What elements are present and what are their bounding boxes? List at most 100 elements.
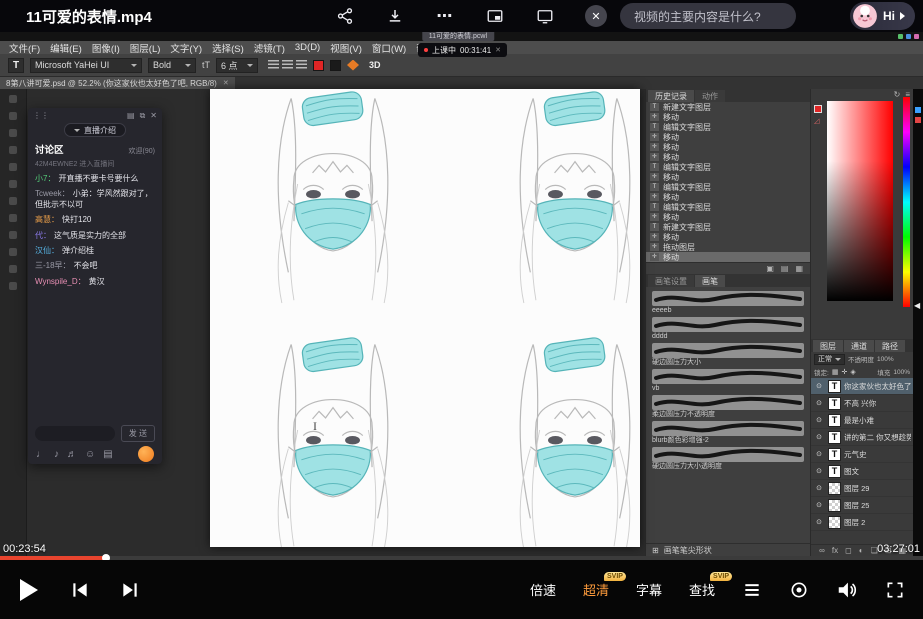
history-row[interactable]: ✛ 拖动图层 [646,242,810,252]
layer-row[interactable]: ⊙ 图层 2 [811,514,913,531]
link-layers-icon[interactable]: ∞ [819,546,825,555]
chat-message-list[interactable]: 42M4EWNE2 进入直播间 小7：开直播不要卡号要什么Tcweek：小弟：学… [28,157,162,422]
layers-tab[interactable]: 路径 [875,340,905,352]
font-style-select[interactable]: Bold [148,58,196,73]
foreground-color-chip[interactable] [814,105,822,113]
playlist-icon[interactable] [742,580,762,600]
snapshot-icon[interactable]: ▣ [766,264,774,273]
font-family-select[interactable]: Microsoft YaHei UI [30,58,142,73]
warp-text-icon[interactable] [347,60,359,71]
layer-visibility-icon[interactable]: ⊙ [813,382,825,390]
history-row[interactable]: ✛ 移动 [646,142,810,152]
layer-row[interactable]: ⊙ T 不高 兴你 [811,395,913,412]
tab-history[interactable]: 历史记录 [648,90,694,102]
history-row[interactable]: ✛ 移动 [646,252,810,262]
layer-visibility-icon[interactable]: ⊙ [813,450,825,458]
drag-handle-icon[interactable]: ⋮⋮ [33,111,49,120]
menu-item[interactable]: 滤镜(T) [249,41,290,55]
chat-input[interactable] [35,426,115,441]
refresh-icon[interactable]: ↻ [894,90,901,99]
pip-icon[interactable] [485,6,505,26]
pill-close-icon[interactable]: ✕ [495,46,501,54]
menu-item[interactable]: 视图(V) [325,41,367,55]
ps-toolbar[interactable] [0,89,27,556]
tab-brush-settings[interactable]: 画笔设置 [648,275,694,287]
align-left-icon[interactable] [268,60,279,70]
fullscreen-icon[interactable] [885,580,905,600]
chat-close-icon[interactable]: ✕ [150,111,157,121]
previous-video-button[interactable] [70,580,90,600]
mic-icon[interactable]: ♩ [36,449,46,460]
note-icon[interactable]: ♪ [54,449,59,460]
history-row[interactable]: ✛ 移动 [646,192,810,202]
text-color-swatch[interactable] [313,60,324,71]
brush-preset[interactable]: eeeeb [652,291,804,315]
brush-panel-footer[interactable]: ⊞ 画笔笔尖形状 [646,543,810,556]
layer-visibility-icon[interactable]: ⊙ [813,399,825,407]
layer-visibility-icon[interactable]: ⊙ [813,501,825,509]
document-tab[interactable]: 8第八讲可爱.psd @ 52.2% (你这家伙也太好色了吧, RGB/8) ✕ [0,77,235,89]
layers-tab[interactable]: 图层 [813,340,843,352]
layer-row[interactable]: ⊙ T 图文 [811,463,913,480]
font-size-select[interactable]: 6 点 [216,58,258,73]
layer-row[interactable]: ⊙ T 元气史 [811,446,913,463]
share-icon[interactable] [335,6,355,26]
brush-preset[interactable]: vb [652,369,804,393]
layer-style-icon[interactable]: fx [832,546,838,555]
lock-pixels-icon[interactable]: ▦ [832,368,839,376]
collapse-arrow-icon[interactable]: ◀ [914,301,920,310]
text-tool-icon[interactable]: T [8,58,24,73]
menu-item[interactable]: 3D(D) [290,42,325,53]
music-icon[interactable]: ♬ [67,449,77,460]
secondary-color-swatch[interactable] [330,60,341,71]
next-video-button[interactable] [120,580,140,600]
tab-brushes[interactable]: 画笔 [695,275,725,287]
history-row[interactable]: T 新建文字图层 [646,222,810,232]
history-row[interactable]: T 编辑文字图层 [646,182,810,192]
close-document-icon[interactable]: ✕ [223,79,229,87]
layer-row[interactable]: ⊙ T 讲的第二 你又想趁势啊 [811,429,913,446]
danmaku-settings-icon[interactable] [789,580,809,600]
close-icon[interactable]: ✕ [585,5,607,27]
mini-player-icon[interactable] [535,6,555,26]
brush-preset[interactable]: 硬边圆压力大小 [652,343,804,367]
volume-icon[interactable] [836,579,858,601]
ps-canvas[interactable]: I [210,89,640,547]
layer-row[interactable]: ⊙ T 你这家伙也太好色了吧 [811,378,913,395]
opacity-value[interactable]: 100% [877,356,894,363]
layer-visibility-icon[interactable]: ⊙ [813,433,825,441]
play-button[interactable] [16,577,40,603]
adjustment-layer-icon[interactable]: ◐ [859,546,864,555]
stream-intro-dropdown[interactable]: 直播介绍 [64,123,126,137]
find-button[interactable]: 查找 SVIP [689,580,715,599]
history-row[interactable]: T 编辑文字图层 [646,122,810,132]
brush-preset[interactable]: 柔边圆压力不透明度 [652,395,804,419]
brush-preset[interactable]: 硬边圆压力大小透明度 [652,447,804,471]
brush-preset[interactable]: blurb颜色彩增强-2 [652,421,804,445]
speed-button[interactable]: 倍速 [530,580,556,599]
sticker-icon[interactable]: ▤ [103,449,112,460]
layer-row[interactable]: ⊙ T 最是小难 [811,412,913,429]
history-row[interactable]: ✛ 移动 [646,112,810,122]
menu-item[interactable]: 文件(F) [4,41,45,55]
menu-item[interactable]: 图像(I) [87,41,125,55]
history-row[interactable]: ✛ 移动 [646,212,810,222]
3d-button[interactable]: 3D [369,60,381,70]
layers-tab[interactable]: 通道 [844,340,874,352]
history-row[interactable]: T 编辑文字图层 [646,202,810,212]
history-row[interactable]: T 编辑文字图层 [646,162,810,172]
download-icon[interactable] [385,6,405,26]
new-document-icon[interactable]: ▤ [781,264,789,273]
delete-icon[interactable]: ▦ [795,264,803,273]
menu-item[interactable]: 编辑(E) [45,41,87,55]
hue-slider[interactable] [903,97,910,307]
layer-mask-icon[interactable]: ◻ [845,546,852,555]
menu-item[interactable]: 窗口(W) [367,41,411,55]
layer-row[interactable]: ⊙ 图层 29 [811,480,913,497]
lock-all-icon[interactable]: ◈ [850,368,855,376]
menu-item[interactable]: 图层(L) [125,41,166,55]
chat-minimize-icon[interactable]: ▤ [127,111,135,121]
quality-button[interactable]: 超清 SVIP [583,580,609,599]
menu-item[interactable]: 文字(Y) [165,41,207,55]
subtitles-button[interactable]: 字幕 [636,580,662,599]
